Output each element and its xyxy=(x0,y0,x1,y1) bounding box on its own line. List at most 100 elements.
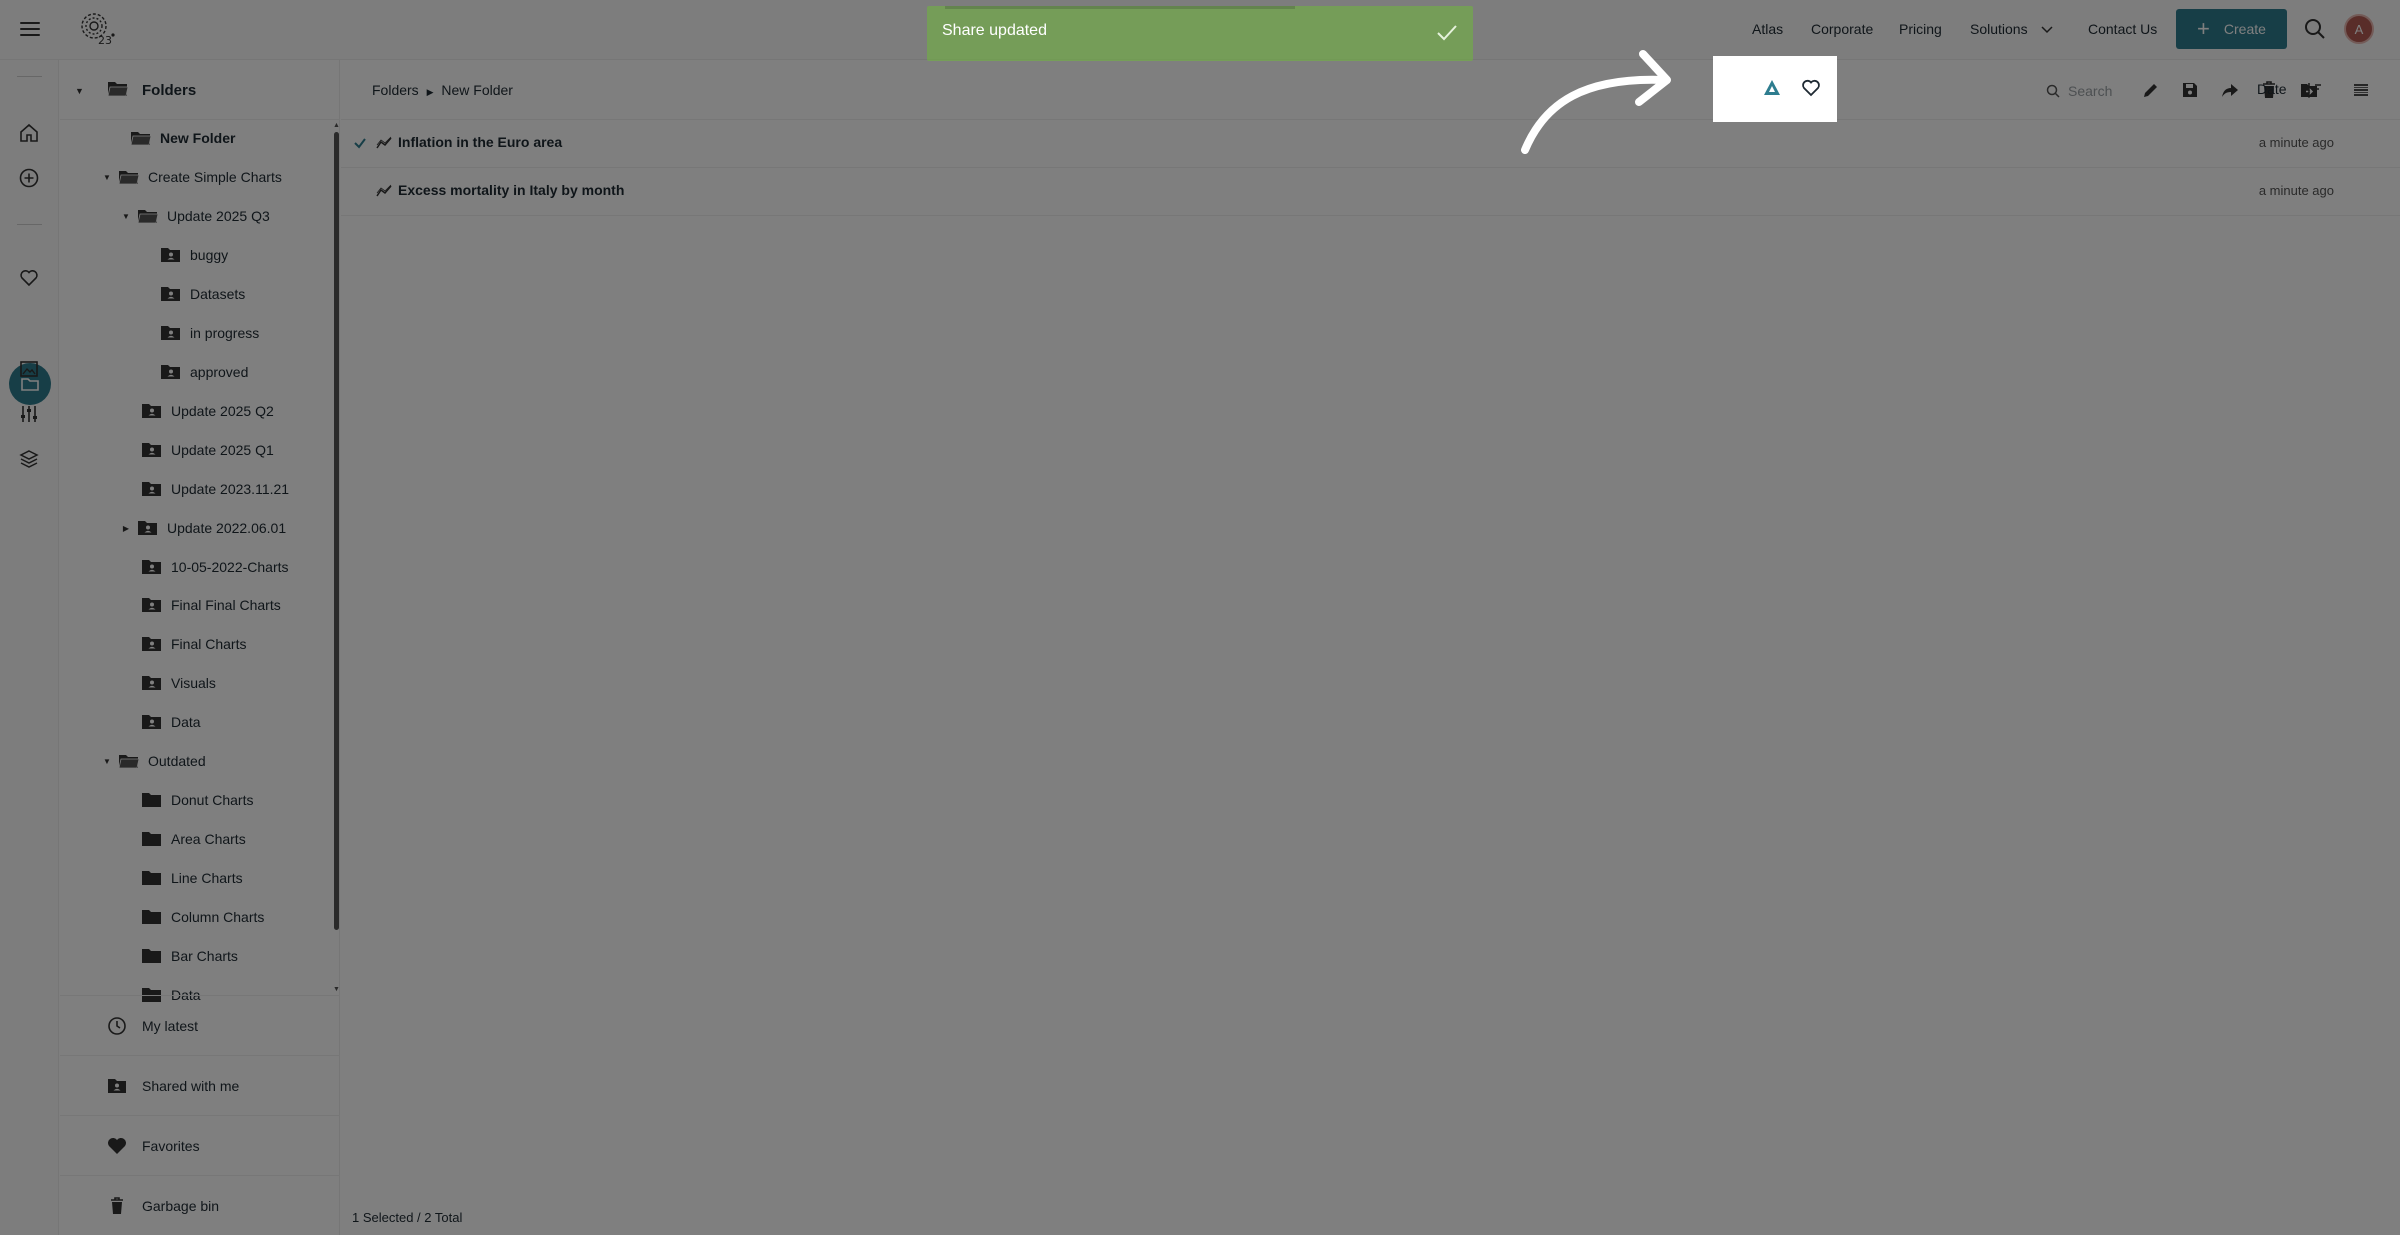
list-view-icon[interactable] xyxy=(2351,80,2371,100)
file-row[interactable]: Excess mortality in Italy by month a min… xyxy=(341,168,2400,216)
collapse-caret-icon[interactable]: ▼ xyxy=(75,86,84,96)
main-content: Folders ▶ New Folder Date Inflation in t… xyxy=(341,60,2400,1235)
scroll-down-arrow-icon[interactable]: ▼ xyxy=(333,986,340,993)
search-icon[interactable] xyxy=(2304,18,2326,40)
tree-scrollbar[interactable] xyxy=(334,132,339,930)
nav-corporate[interactable]: Corporate xyxy=(1811,21,1873,37)
shared-folder-icon xyxy=(161,365,180,379)
tree-item-update-2025-q3[interactable]: ▼ Update 2025 Q3 xyxy=(119,198,270,234)
tree-item-label: Visuals xyxy=(171,675,216,691)
tree-item-label: Bar Charts xyxy=(171,948,238,964)
tree-item-area-charts[interactable]: Area Charts xyxy=(137,821,246,857)
breadcrumb-root[interactable]: Folders xyxy=(372,82,419,98)
shared-folder-icon xyxy=(142,443,161,457)
tree-item-update-2025-q2[interactable]: Update 2025 Q2 xyxy=(137,393,274,429)
tree-item-label: Data xyxy=(171,714,201,730)
tree-item-label: Area Charts xyxy=(171,831,246,847)
tree-item-data[interactable]: Data xyxy=(137,704,201,740)
chevron-down-icon[interactable] xyxy=(2040,22,2054,36)
check-icon xyxy=(1437,25,1457,41)
tree-item-donut-charts[interactable]: Donut Charts xyxy=(137,782,253,818)
sliders-icon[interactable] xyxy=(18,403,40,425)
tree-item-label: Outdated xyxy=(148,753,206,769)
tree-item-label: Final Charts xyxy=(171,636,247,652)
app-root: 23 Atlas Corporate Pricing Solutions Con… xyxy=(0,0,2400,1235)
caret-right-icon[interactable]: ▶ xyxy=(119,524,133,533)
tree-item-final-final-charts[interactable]: Final Final Charts xyxy=(137,587,281,623)
folder-icon xyxy=(142,832,161,846)
folder-tree: New Folder ▼ Create Simple Charts ▼ Upda… xyxy=(60,120,340,1055)
logo[interactable]: 23 xyxy=(80,10,124,50)
tree-item-in-progress[interactable]: in progress xyxy=(156,315,259,351)
tree-item-outdated[interactable]: ▼ Outdated xyxy=(100,743,206,779)
create-button-label: Create xyxy=(2223,21,2266,37)
tree-item-buggy[interactable]: buggy xyxy=(156,237,228,273)
hamburger-menu-icon[interactable] xyxy=(20,18,40,40)
tree-item-approved[interactable]: approved xyxy=(156,354,248,390)
folder-icon xyxy=(142,871,161,885)
tree-item-final-charts[interactable]: Final Charts xyxy=(137,626,246,662)
scroll-up-arrow-icon[interactable]: ▲ xyxy=(333,122,340,129)
nav-atlas[interactable]: Atlas xyxy=(1752,21,1783,37)
svg-text:23: 23 xyxy=(98,34,112,47)
caret-down-icon[interactable]: ▼ xyxy=(100,757,114,766)
tree-item-label: Update 2023.11.21 xyxy=(171,481,290,497)
my-latest-label: My latest xyxy=(142,1017,199,1034)
sort-order-icon[interactable] xyxy=(2304,80,2324,100)
nav-pricing[interactable]: Pricing xyxy=(1899,21,1942,37)
tree-item-label: Update 2022.06.01 xyxy=(167,520,287,536)
tree-item-update-2022-06-01[interactable]: ▶ Update 2022.06.01 xyxy=(119,510,286,546)
selected-check-icon[interactable] xyxy=(353,136,367,150)
image-icon[interactable] xyxy=(18,358,40,380)
tree-item-update-2023-11-21[interactable]: Update 2023.11.21 xyxy=(137,471,289,507)
tree-item-update-2025-q1[interactable]: Update 2025 Q1 xyxy=(137,432,274,468)
toast-content: Share updated xyxy=(927,6,1473,61)
tree-item-10-05-2022-charts[interactable]: 10-05-2022-Charts xyxy=(137,549,289,585)
tree-item-bar-charts[interactable]: Bar Charts xyxy=(137,938,238,974)
nav-solutions[interactable]: Solutions xyxy=(1970,21,2028,37)
favorites-link[interactable]: Favorites xyxy=(60,1115,340,1175)
caret-down-icon[interactable]: ▼ xyxy=(119,212,133,221)
layers-icon[interactable] xyxy=(18,448,40,470)
create-button[interactable]: + Create xyxy=(2176,9,2287,49)
clock-icon xyxy=(108,1016,126,1035)
tree-item-label: in progress xyxy=(190,325,260,341)
shared-folder-icon xyxy=(142,676,161,690)
tree-item-label: Final Final Charts xyxy=(171,597,281,613)
sort-field-select[interactable]: Date xyxy=(2257,81,2287,97)
avatar[interactable]: A xyxy=(2344,14,2374,44)
folder-panel-header: ▼ Folders xyxy=(60,60,340,120)
shared-folder-icon xyxy=(161,326,180,340)
atlas-publish-icon[interactable] xyxy=(1762,78,1782,98)
file-name[interactable]: Inflation in the Euro area xyxy=(398,134,562,150)
file-name[interactable]: Excess mortality in Italy by month xyxy=(398,182,624,198)
caret-down-icon[interactable]: ▼ xyxy=(100,173,114,182)
folder-icon xyxy=(142,949,161,963)
shared-folder-icon xyxy=(142,560,161,574)
shared-folder-icon xyxy=(142,482,161,496)
tree-item-visuals[interactable]: Visuals xyxy=(137,665,216,701)
my-latest-link[interactable]: My latest xyxy=(60,995,340,1055)
heart-icon[interactable] xyxy=(18,267,40,289)
home-icon[interactable] xyxy=(18,122,40,144)
tree-item-label: buggy xyxy=(190,247,229,263)
search-input[interactable] xyxy=(2068,83,2228,99)
tree-item-create-simple-charts[interactable]: ▼ Create Simple Charts xyxy=(100,159,282,195)
file-row[interactable]: Inflation in the Euro area a minute ago xyxy=(341,120,2400,168)
favorite-heart-icon[interactable] xyxy=(1801,79,1821,97)
garbage-bin-link[interactable]: Garbage bin xyxy=(60,1175,340,1235)
tree-item-new-folder[interactable]: New Folder xyxy=(112,120,235,156)
tree-item-datasets[interactable]: Datasets xyxy=(156,276,245,312)
tree-item-label: Update 2025 Q3 xyxy=(167,208,270,224)
shared-with-me-label: Shared with me xyxy=(142,1077,240,1094)
tree-item-column-charts[interactable]: Column Charts xyxy=(137,899,264,935)
tree-item-label: approved xyxy=(190,364,249,380)
folder-icon xyxy=(142,793,161,807)
folder-open-icon xyxy=(118,755,140,769)
add-circle-icon[interactable] xyxy=(18,167,40,189)
nav-contact-us[interactable]: Contact Us xyxy=(2088,21,2157,37)
selection-status: 1 Selected / 2 Total xyxy=(352,1210,463,1225)
folder-panel: ▼ Folders New Folder ▼ Create Simple Cha… xyxy=(60,60,340,1235)
shared-with-me-link[interactable]: Shared with me xyxy=(60,1055,340,1115)
tree-item-line-charts[interactable]: Line Charts xyxy=(137,860,243,896)
